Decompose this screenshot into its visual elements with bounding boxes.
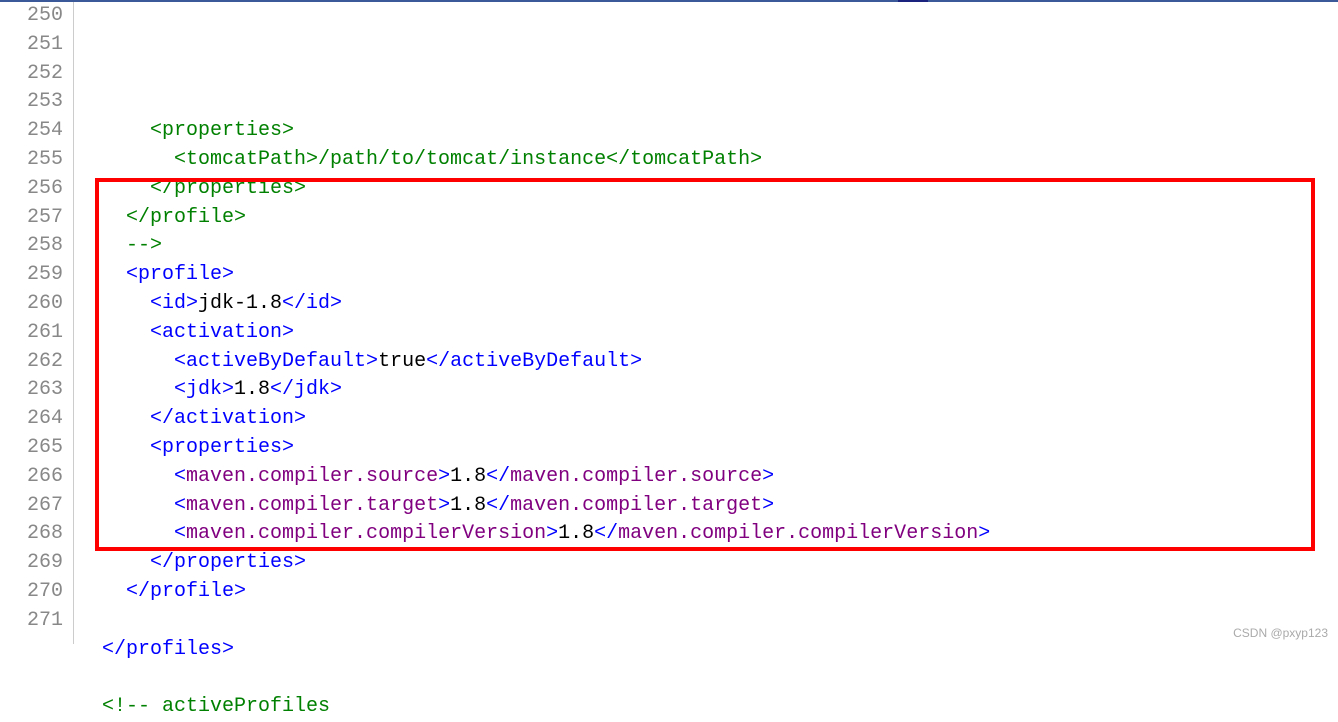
- code-token-text: true: [378, 350, 426, 373]
- code-token-tag: </jdk>: [270, 378, 342, 401]
- code-line[interactable]: <properties>: [78, 117, 1338, 146]
- code-content-area[interactable]: <properties> <tomcatPath>/path/to/tomcat…: [74, 2, 1338, 644]
- line-number: 269: [0, 549, 63, 578]
- code-token-attr: maven.compiler.target: [510, 494, 762, 517]
- line-number: 257: [0, 204, 63, 233]
- code-token-tag: <: [174, 522, 186, 545]
- line-number: 261: [0, 319, 63, 348]
- line-number-gutter: 2502512522532542552562572582592602612622…: [0, 2, 74, 644]
- line-number: 251: [0, 31, 63, 60]
- line-number: 259: [0, 261, 63, 290]
- code-token-tag: </: [594, 522, 618, 545]
- code-token-attr: maven.compiler.compilerVersion: [618, 522, 978, 545]
- line-number: 266: [0, 463, 63, 492]
- code-line[interactable]: [78, 88, 1338, 117]
- code-token-tag: </profile>: [126, 580, 246, 603]
- code-line[interactable]: <maven.compiler.target>1.8</maven.compil…: [78, 492, 1338, 521]
- code-line[interactable]: <properties>: [78, 434, 1338, 463]
- code-line[interactable]: </properties>: [78, 175, 1338, 204]
- code-token-tag: </activation>: [150, 407, 306, 430]
- watermark-label: CSDN @pxyp123: [1233, 626, 1328, 640]
- line-number: 267: [0, 492, 63, 521]
- code-token-tag: </profiles>: [102, 638, 234, 661]
- code-token-text: 1.8: [234, 378, 270, 401]
- code-line[interactable]: </activation>: [78, 405, 1338, 434]
- code-line[interactable]: [78, 607, 1338, 636]
- line-number: 263: [0, 376, 63, 405]
- line-number: 253: [0, 88, 63, 117]
- code-token-tag: <activeByDefault>: [174, 350, 378, 373]
- code-token-tag: >: [438, 465, 450, 488]
- code-token-attr: maven.compiler.source: [510, 465, 762, 488]
- line-number: 255: [0, 146, 63, 175]
- code-line[interactable]: <profile>: [78, 261, 1338, 290]
- line-number: 252: [0, 60, 63, 89]
- code-line[interactable]: </profile>: [78, 578, 1338, 607]
- code-line[interactable]: </properties>: [78, 549, 1338, 578]
- code-token-text: 1.8: [450, 494, 486, 517]
- line-number: 268: [0, 520, 63, 549]
- code-editor: 2502512522532542552562572582592602612622…: [0, 0, 1338, 644]
- code-token-tag: <activation>: [150, 321, 294, 344]
- code-token-tag: >: [762, 494, 774, 517]
- code-token-tag: >: [762, 465, 774, 488]
- code-line[interactable]: <!-- activeProfiles: [78, 693, 1338, 722]
- code-token-tag: <: [174, 465, 186, 488]
- code-token-comment: </profile>: [126, 206, 246, 229]
- code-line[interactable]: <activeByDefault>true</activeByDefault>: [78, 348, 1338, 377]
- code-token-tag: </: [486, 494, 510, 517]
- line-number: 256: [0, 175, 63, 204]
- code-token-attr: maven.compiler.source: [186, 465, 438, 488]
- code-token-text: 1.8: [450, 465, 486, 488]
- code-token-tag: >: [438, 494, 450, 517]
- code-line[interactable]: <maven.compiler.compilerVersion>1.8</mav…: [78, 520, 1338, 549]
- code-line[interactable]: <activation>: [78, 319, 1338, 348]
- line-number: 265: [0, 434, 63, 463]
- code-line[interactable]: <jdk>1.8</jdk>: [78, 376, 1338, 405]
- line-number: 258: [0, 232, 63, 261]
- line-number: 250: [0, 2, 63, 31]
- code-token-tag: </activeByDefault>: [426, 350, 642, 373]
- code-token-tag: >: [978, 522, 990, 545]
- code-token-attr: maven.compiler.target: [186, 494, 438, 517]
- code-token-comment: <tomcatPath>/path/to/tomcat/instance</to…: [174, 148, 762, 171]
- code-token-tag: </: [486, 465, 510, 488]
- code-token-tag: <profile>: [126, 263, 234, 286]
- code-token-tag: <properties>: [150, 436, 294, 459]
- code-token-comment: <properties>: [150, 119, 294, 142]
- line-number: 264: [0, 405, 63, 434]
- code-line[interactable]: <maven.compiler.source>1.8</maven.compil…: [78, 463, 1338, 492]
- code-token-tag: <id>: [150, 292, 198, 315]
- code-line[interactable]: </profiles>: [78, 636, 1338, 665]
- code-token-comment: -->: [126, 234, 162, 257]
- code-line[interactable]: <tomcatPath>/path/to/tomcat/instance</to…: [78, 146, 1338, 175]
- line-number: 260: [0, 290, 63, 319]
- code-line[interactable]: <id>jdk-1.8</id>: [78, 290, 1338, 319]
- code-token-comment: </properties>: [150, 177, 306, 200]
- line-number: 270: [0, 578, 63, 607]
- line-number: 271: [0, 607, 63, 636]
- code-token-tag: <: [174, 494, 186, 517]
- code-token-text: 1.8: [558, 522, 594, 545]
- code-line[interactable]: [78, 664, 1338, 693]
- code-token-tag: </id>: [282, 292, 342, 315]
- line-number: 262: [0, 348, 63, 377]
- code-token-tag: >: [546, 522, 558, 545]
- line-number: 254: [0, 117, 63, 146]
- code-token-tag: <jdk>: [174, 378, 234, 401]
- code-token-attr: maven.compiler.compilerVersion: [186, 522, 546, 545]
- code-line[interactable]: -->: [78, 232, 1338, 261]
- code-token-text: jdk-1.8: [198, 292, 282, 315]
- code-token-tag: </properties>: [150, 551, 306, 574]
- code-token-comment: <!-- activeProfiles: [102, 695, 330, 718]
- code-line[interactable]: </profile>: [78, 204, 1338, 233]
